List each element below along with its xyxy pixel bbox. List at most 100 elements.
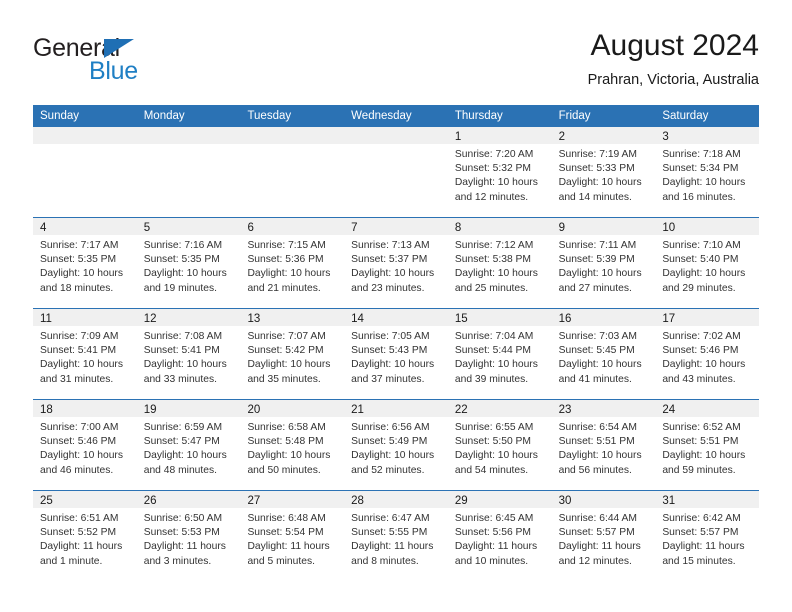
day-number: 30 <box>558 495 572 507</box>
sunrise-text: Sunrise: 6:47 AM <box>351 513 430 524</box>
calendar-day-cell[interactable]: 7 Sunrise: 7:13 AM Sunset: 5:37 PM Daylight… <box>344 218 448 308</box>
calendar-day-cell[interactable]: 25 Sunrise: 6:51 AM Sunset: 5:52 PM Dayligh… <box>33 491 137 581</box>
calendar-day-cell[interactable]: 23 Sunrise: 6:54 AM Sunset: 5:51 PM Dayligh… <box>551 400 656 490</box>
day-number: 29 <box>454 495 468 507</box>
day-sun-info: Sunrise: 6:55 AM Sunset: 5:50 PM Daylight:… <box>448 417 552 478</box>
day-number: 22 <box>454 404 468 416</box>
calendar-day-cell[interactable]: 10 Sunrise: 7:10 AM Sunset: 5:40 PM Dayligh… <box>655 218 760 308</box>
calendar-day-cell[interactable]: 21 Sunrise: 6:56 AM Sunset: 5:49 PM Dayligh… <box>344 400 448 490</box>
day-sun-info: Sunrise: 6:56 AM Sunset: 5:49 PM Daylight:… <box>344 417 448 478</box>
calendar-day-cell[interactable]: 2 Sunrise: 7:19 AM Sunset: 5:33 PM Daylight… <box>551 127 656 217</box>
daylight-text: Daylight: 10 hours and 21 minutes. <box>247 268 331 294</box>
calendar-day-cell[interactable]: 11 Sunrise: 7:09 AM Sunset: 5:41 PM Dayligh… <box>33 309 137 399</box>
sunrise-text: Sunrise: 6:52 AM <box>662 422 741 433</box>
calendar-day-cell[interactable]: 17 Sunrise: 7:02 AM Sunset: 5:46 PM Dayligh… <box>655 309 760 399</box>
sunset-text: Sunset: 5:44 PM <box>454 345 532 357</box>
calendar-day-cell[interactable]: 19 Sunrise: 6:59 AM Sunset: 5:47 PM Dayligh… <box>136 400 241 490</box>
calendar-day-cell[interactable]: 18 Sunrise: 7:00 AM Sunset: 5:46 PM Dayligh… <box>33 400 137 490</box>
day-sun-info: Sunrise: 6:59 AM Sunset: 5:47 PM Daylight:… <box>137 417 241 478</box>
daylight-text: Daylight: 10 hours and 23 minutes. <box>351 268 435 294</box>
calendar-day-cell[interactable]: 1 Sunrise: 7:20 AM Sunset: 5:32 PM Daylight… <box>447 127 552 217</box>
day-number-bar: 12 <box>136 309 241 326</box>
day-number: 23 <box>558 404 572 416</box>
calendar-day-cell-empty <box>240 127 345 217</box>
page-title: August 2024 <box>590 29 759 62</box>
calendar-day-cell[interactable]: 14 Sunrise: 7:05 AM Sunset: 5:43 PM Dayligh… <box>344 309 448 399</box>
day-number: 7 <box>351 222 358 234</box>
sunrise-text: Sunrise: 7:13 AM <box>351 240 430 251</box>
general-blue-logo[interactable]: General Blue <box>33 36 213 92</box>
daylight-text: Daylight: 10 hours and 25 minutes. <box>454 268 538 294</box>
day-sun-info: Sunrise: 7:08 AM Sunset: 5:41 PM Daylight:… <box>137 326 241 387</box>
daylight-text: Daylight: 10 hours and 46 minutes. <box>40 450 123 476</box>
weekday-header-monday: Monday <box>143 110 185 122</box>
day-number: 3 <box>662 131 669 143</box>
day-sun-info: Sunrise: 6:48 AM Sunset: 5:54 PM Daylight:… <box>240 508 344 569</box>
day-number-bar: 11 <box>33 309 137 326</box>
day-number-bar: 6 <box>240 218 345 235</box>
sunset-text: Sunset: 5:35 PM <box>143 254 220 266</box>
weekday-header-wednesday: Wednesday <box>351 110 412 122</box>
sunset-text: Sunset: 5:45 PM <box>558 345 635 357</box>
calendar-page: General Blue August 2024 Prahran, Victor… <box>0 0 792 612</box>
day-number-bar: 19 <box>136 400 241 417</box>
calendar-day-cell[interactable]: 3 Sunrise: 7:18 AM Sunset: 5:34 PM Daylight… <box>655 127 760 217</box>
day-sun-info: Sunrise: 6:54 AM Sunset: 5:51 PM Daylight:… <box>552 417 656 478</box>
calendar-day-cell[interactable]: 8 Sunrise: 7:12 AM Sunset: 5:38 PM Daylight… <box>447 218 552 308</box>
day-number-bar <box>240 127 345 144</box>
sunrise-text: Sunrise: 6:48 AM <box>247 513 326 524</box>
day-sun-info: Sunrise: 7:07 AM Sunset: 5:42 PM Daylight:… <box>240 326 344 387</box>
calendar-day-cell[interactable]: 24 Sunrise: 6:52 AM Sunset: 5:51 PM Dayligh… <box>655 400 760 490</box>
sunrise-text: Sunrise: 6:56 AM <box>351 422 430 433</box>
day-number-bar: 17 <box>655 309 760 326</box>
calendar-day-cell[interactable]: 16 Sunrise: 7:03 AM Sunset: 5:45 PM Dayligh… <box>551 309 656 399</box>
day-number-bar: 1 <box>447 127 552 144</box>
sunrise-text: Sunrise: 6:58 AM <box>247 422 326 433</box>
day-number-bar: 9 <box>551 218 656 235</box>
daylight-text: Daylight: 10 hours and 14 minutes. <box>558 177 642 203</box>
calendar-day-cell[interactable]: 12 Sunrise: 7:08 AM Sunset: 5:41 PM Dayligh… <box>136 309 241 399</box>
calendar-day-cell[interactable]: 6 Sunrise: 7:15 AM Sunset: 5:36 PM Daylight… <box>240 218 345 308</box>
sunrise-text: Sunrise: 6:42 AM <box>662 513 741 524</box>
calendar-day-cell[interactable]: 4 Sunrise: 7:17 AM Sunset: 5:35 PM Daylight… <box>33 218 137 308</box>
sunset-text: Sunset: 5:57 PM <box>662 527 739 539</box>
page-header: General Blue August 2024 Prahran, Victor… <box>33 28 759 100</box>
calendar-day-cell[interactable]: 15 Sunrise: 7:04 AM Sunset: 5:44 PM Dayligh… <box>447 309 552 399</box>
day-number: 16 <box>558 313 572 325</box>
day-number-bar: 29 <box>447 491 552 508</box>
weekday-header-row: Sunday Monday Tuesday Wednesday Thursday Frid… <box>33 105 759 127</box>
sunset-text: Sunset: 5:34 PM <box>662 163 739 175</box>
day-number: 25 <box>40 495 53 507</box>
calendar-day-cell[interactable]: 29 Sunrise: 6:45 AM Sunset: 5:56 PM Dayligh… <box>447 491 552 581</box>
calendar-week-row: 25 Sunrise: 6:51 AM Sunset: 5:52 PM Dayligh… <box>33 490 760 581</box>
calendar-day-cell[interactable]: 27 Sunrise: 6:48 AM Sunset: 5:54 PM Dayligh… <box>240 491 345 581</box>
day-sun-info: Sunrise: 6:51 AM Sunset: 5:52 PM Daylight:… <box>33 508 137 569</box>
calendar-day-cell[interactable]: 13 Sunrise: 7:07 AM Sunset: 5:42 PM Dayligh… <box>240 309 345 399</box>
calendar-day-cell[interactable]: 5 Sunrise: 7:16 AM Sunset: 5:35 PM Daylight… <box>136 218 241 308</box>
calendar-day-cell[interactable]: 30 Sunrise: 6:44 AM Sunset: 5:57 PM Dayligh… <box>551 491 656 581</box>
day-sun-info: Sunrise: 6:58 AM Sunset: 5:48 PM Daylight:… <box>240 417 344 478</box>
sunrise-text: Sunrise: 7:12 AM <box>454 240 534 251</box>
day-sun-info: Sunrise: 7:03 AM Sunset: 5:45 PM Daylight:… <box>552 326 656 387</box>
calendar-day-cell[interactable]: 26 Sunrise: 6:50 AM Sunset: 5:53 PM Dayligh… <box>136 491 241 581</box>
day-number: 28 <box>351 495 364 507</box>
daylight-text: Daylight: 10 hours and 37 minutes. <box>351 359 435 385</box>
day-number-bar: 23 <box>551 400 656 417</box>
day-sun-info: Sunrise: 7:10 AM Sunset: 5:40 PM Daylight:… <box>655 235 759 296</box>
day-sun-info: Sunrise: 7:20 AM Sunset: 5:32 PM Daylight:… <box>448 144 552 205</box>
page-subtitle-location: Prahran, Victoria, Australia <box>587 72 759 88</box>
day-sun-info: Sunrise: 7:16 AM Sunset: 5:35 PM Daylight:… <box>137 235 241 296</box>
day-number-bar: 28 <box>344 491 448 508</box>
day-number-bar: 16 <box>551 309 656 326</box>
sunset-text: Sunset: 5:36 PM <box>247 254 324 266</box>
calendar-day-cell[interactable]: 28 Sunrise: 6:47 AM Sunset: 5:55 PM Dayligh… <box>344 491 448 581</box>
sunset-text: Sunset: 5:33 PM <box>558 163 635 175</box>
calendar-day-cell[interactable]: 9 Sunrise: 7:11 AM Sunset: 5:39 PM Daylight… <box>551 218 656 308</box>
day-sun-info: Sunrise: 7:04 AM Sunset: 5:44 PM Daylight:… <box>448 326 552 387</box>
calendar-day-cell[interactable]: 20 Sunrise: 6:58 AM Sunset: 5:48 PM Dayligh… <box>240 400 345 490</box>
calendar-day-cell[interactable]: 22 Sunrise: 6:55 AM Sunset: 5:50 PM Dayligh… <box>447 400 552 490</box>
calendar-day-cell[interactable]: 31 Sunrise: 6:42 AM Sunset: 5:57 PM Dayligh… <box>655 491 760 581</box>
sunrise-text: Sunrise: 7:07 AM <box>247 331 326 342</box>
calendar-day-cell-empty <box>33 127 137 217</box>
daylight-text: Daylight: 10 hours and 27 minutes. <box>558 268 642 294</box>
